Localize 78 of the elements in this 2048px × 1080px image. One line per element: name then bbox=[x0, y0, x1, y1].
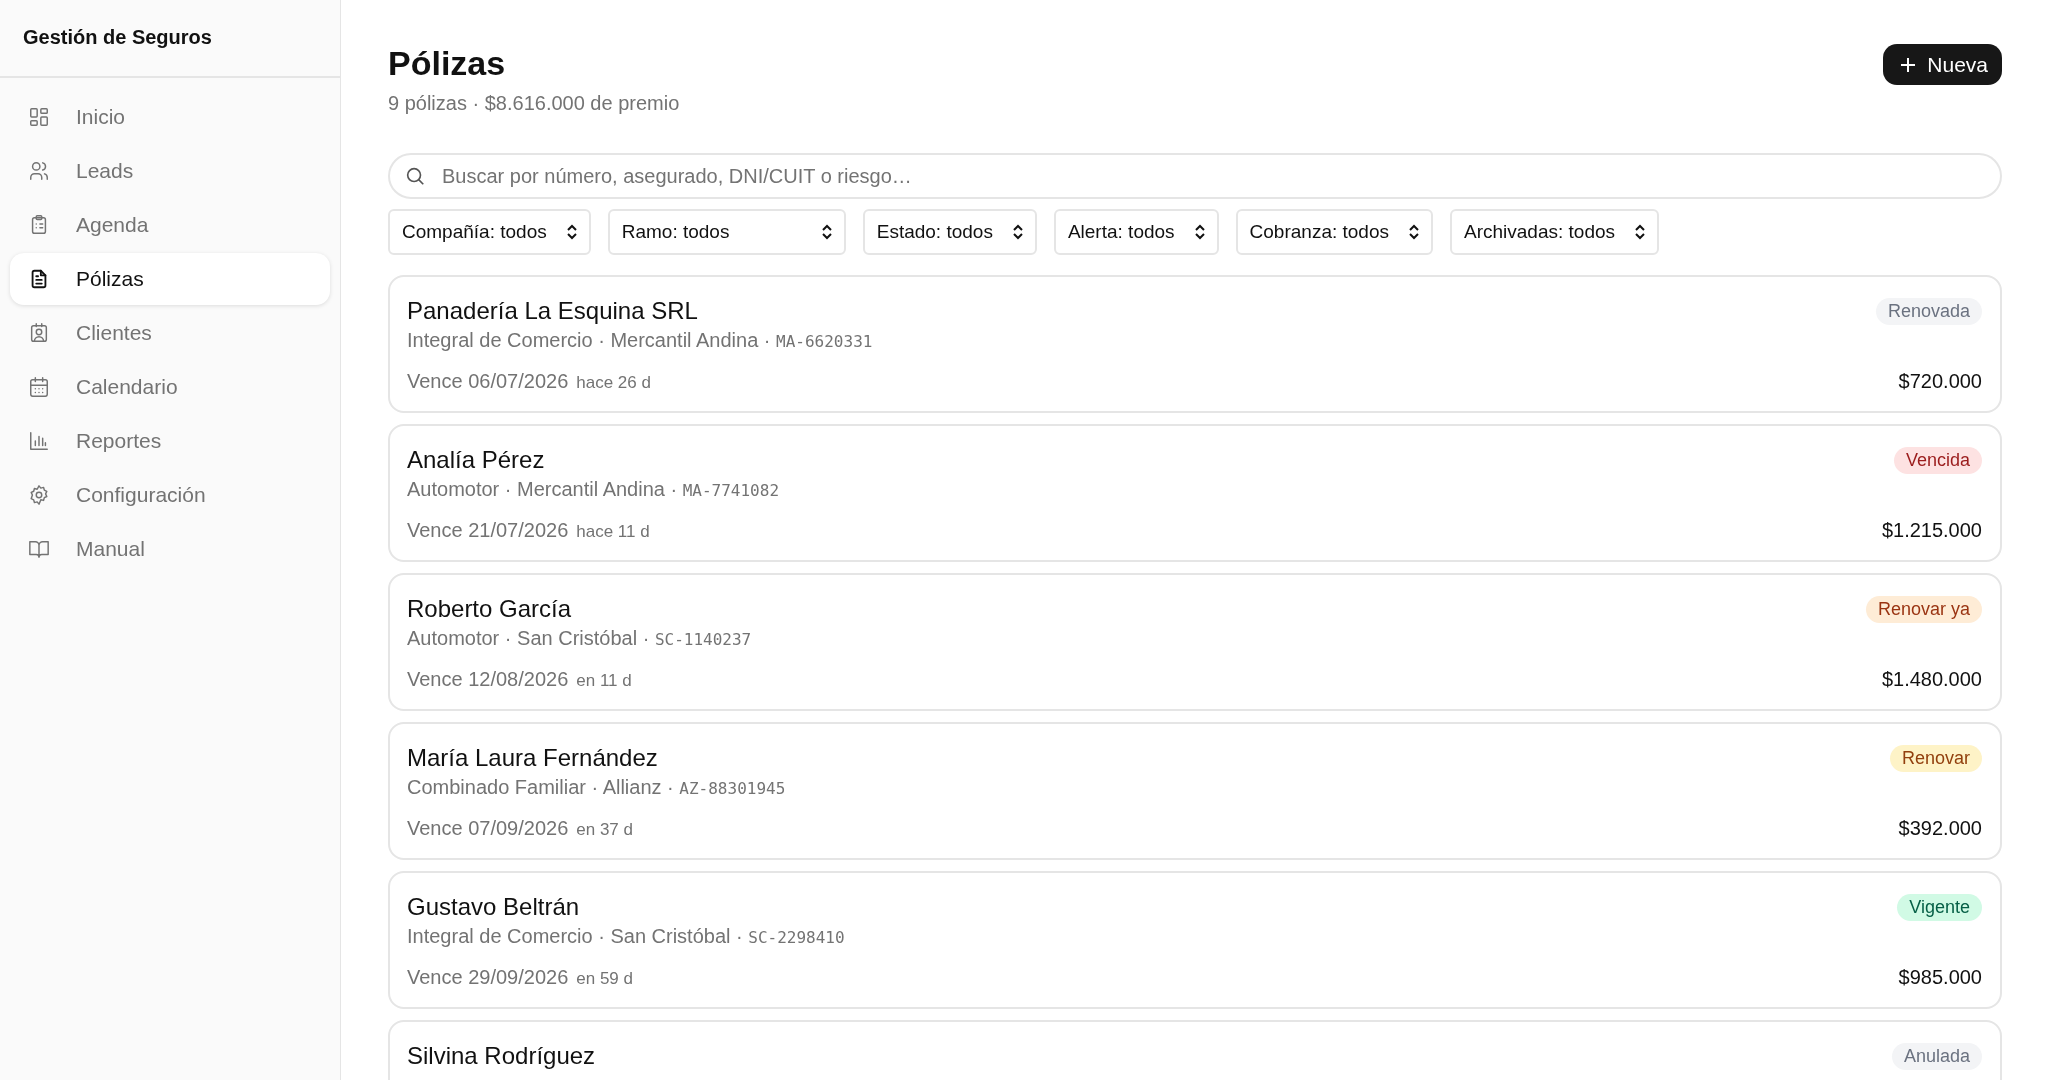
sidebar-item[interactable]: Leads bbox=[10, 145, 330, 197]
filter-dropdown[interactable]: Compañía: todos bbox=[388, 209, 591, 255]
policy-details: Integral de Comercio · Mercantil Andina · bbox=[407, 329, 771, 351]
expiry-date: Vence 12/08/2026 bbox=[407, 668, 569, 690]
people-icon bbox=[28, 160, 50, 182]
policy-card[interactable]: Roberto García Renovar ya Automotor · San Cristóbal · SC-1140237 Vence 12/08/2026 en 11 d $1.480.000 bbox=[388, 573, 2002, 711]
grid-icon bbox=[28, 106, 50, 128]
sidebar-item[interactable]: Inicio bbox=[10, 91, 330, 143]
policy-number: MA-6620331 bbox=[776, 332, 873, 351]
policy-card[interactable]: María Laura Fernández Renovar Combinado Familiar · Allianz · AZ-88301945 Vence 07/09/2026 en 37 d $392.000 bbox=[388, 722, 2002, 860]
policy-number: SC-2298410 bbox=[748, 928, 845, 947]
expiry-date: Vence 07/09/2026 bbox=[407, 817, 569, 839]
premium-amount: $1.480.000 bbox=[1881, 668, 1982, 691]
calendar-icon bbox=[28, 376, 50, 398]
bar-chart-icon bbox=[28, 430, 50, 452]
insured-name: Gustavo Beltrán bbox=[407, 893, 580, 921]
status-tag: Anulada bbox=[1891, 1042, 1982, 1070]
book-icon bbox=[28, 538, 50, 560]
policy-details: Automotor · Mercantil Andina · bbox=[407, 478, 678, 500]
insured-name: Analía Pérez bbox=[407, 446, 545, 474]
new-button[interactable]: Nueva bbox=[1883, 44, 2002, 85]
policy-details: Combinado Familiar · Allianz · bbox=[407, 776, 674, 798]
relative-time: hace 11 d bbox=[576, 522, 650, 541]
chevrons-icon bbox=[1192, 223, 1207, 241]
filter-dropdown[interactable]: Estado: todos bbox=[862, 209, 1037, 255]
search-icon bbox=[404, 165, 426, 187]
insured-name: Panadería La Esquina SRL bbox=[407, 297, 698, 325]
id-card-icon bbox=[28, 322, 50, 344]
expiry-date: Vence 06/07/2026 bbox=[407, 370, 569, 392]
policy-card[interactable]: Gustavo Beltrán Vigente Integral de Comercio · San Cristóbal · SC-2298410 Vence 29/09/2026 en 59 d $985.000 bbox=[388, 871, 2002, 1009]
premium-amount: $720.000 bbox=[1898, 370, 1982, 393]
plus-icon bbox=[1899, 55, 1918, 74]
policy-number: AZ-88301945 bbox=[679, 779, 786, 798]
filter-dropdown[interactable]: Cobranza: todos bbox=[1235, 209, 1433, 255]
premium-amount: $392.000 bbox=[1898, 817, 1982, 840]
policy-card[interactable]: Analía Pérez Vencida Automotor · Mercantil Andina · MA-7741082 Vence 21/07/2026 hace 11 d $1.215.000 bbox=[388, 424, 2002, 562]
status-tag: Renovar bbox=[1889, 744, 1982, 772]
premium-amount: $1.215.000 bbox=[1881, 519, 1982, 542]
expiry-date: Vence 29/09/2026 bbox=[407, 966, 569, 988]
insured-name: María Laura Fernández bbox=[407, 744, 658, 772]
sidebar-item[interactable]: Pólizas bbox=[10, 253, 330, 305]
sidebar-item[interactable]: Manual bbox=[10, 523, 330, 575]
status-tag: Renovar ya bbox=[1865, 595, 1982, 623]
sidebar-item[interactable]: Calendario bbox=[10, 361, 330, 413]
chevrons-icon bbox=[819, 223, 834, 241]
relative-time: en 59 d bbox=[576, 969, 633, 988]
relative-time: en 11 d bbox=[576, 671, 632, 690]
relative-time: en 37 d bbox=[576, 820, 633, 839]
status-tag: Renovada bbox=[1875, 297, 1982, 325]
policy-card[interactable]: Silvina Rodríguez Anulada bbox=[388, 1020, 2002, 1080]
chevrons-icon bbox=[564, 223, 579, 241]
chevrons-icon bbox=[1633, 223, 1648, 241]
sidebar-item[interactable]: Reportes bbox=[10, 415, 330, 467]
app-title: Gestión de Seguros bbox=[23, 26, 212, 49]
expiry-date: Vence 21/07/2026 bbox=[407, 519, 569, 541]
policy-number: MA-7741082 bbox=[682, 481, 779, 500]
policy-number: SC-1140237 bbox=[654, 630, 752, 649]
status-tag: Vencida bbox=[1893, 446, 1982, 474]
chevrons-icon bbox=[1407, 223, 1421, 241]
sidebar-item[interactable]: Clientes bbox=[10, 307, 330, 359]
sidebar-item[interactable]: Agenda bbox=[10, 199, 330, 251]
insured-name: Roberto García bbox=[407, 595, 572, 623]
insured-name: Silvina Rodríguez bbox=[407, 1042, 596, 1070]
filter-dropdown[interactable]: Alerta: todos bbox=[1053, 209, 1219, 255]
policy-details: Integral de Comercio · San Cristóbal · bbox=[407, 925, 743, 947]
filter-dropdown[interactable]: Archivadas: todos bbox=[1450, 209, 1660, 255]
policy-card[interactable]: Panadería La Esquina SRL Renovada Integral de Comercio · Mercantil Andina · MA-6620331 Vence 06/07/2026 hace 26 d $720.000 bbox=[388, 275, 2002, 413]
page-summary: 9 pólizas · $8.616.000 de premio bbox=[388, 92, 680, 115]
sidebar-item[interactable]: Configuración bbox=[10, 469, 330, 521]
page-title: Pólizas bbox=[388, 43, 507, 84]
settings-icon bbox=[28, 484, 50, 506]
policy-details: Automotor · San Cristóbal · bbox=[407, 627, 650, 649]
filter-dropdown[interactable]: Ramo: todos bbox=[607, 209, 846, 255]
premium-amount: $985.000 bbox=[1898, 966, 1982, 989]
chevrons-icon bbox=[1010, 223, 1025, 241]
status-tag: Vigente bbox=[1897, 893, 1982, 921]
search-field[interactable]: Buscar por número, asegurado, DNI/CUIT o riesgo… bbox=[388, 153, 2002, 199]
relative-time: hace 26 d bbox=[576, 373, 651, 392]
